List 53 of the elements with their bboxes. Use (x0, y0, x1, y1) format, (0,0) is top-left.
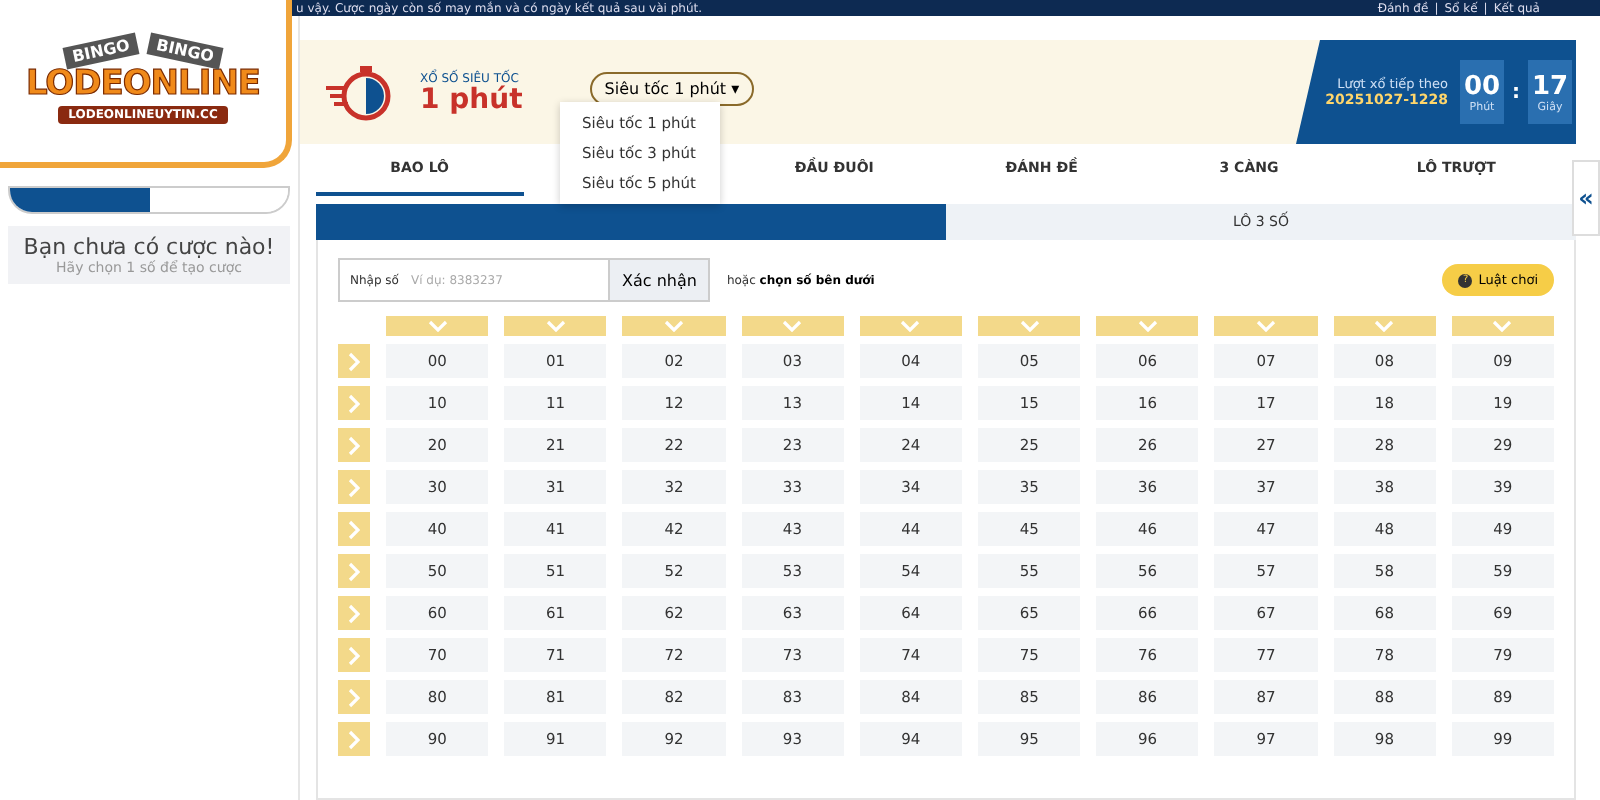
chevron-down-icon (1374, 320, 1395, 332)
row-select-button[interactable] (338, 722, 370, 756)
chevron-right-icon (348, 351, 360, 371)
bingo-badge: BINGO (63, 31, 141, 69)
column-select-button[interactable] (741, 316, 844, 336)
column-select-button[interactable] (622, 316, 726, 336)
column-select-button[interactable] (859, 316, 962, 336)
logo-name: LODEONLINE (25, 63, 261, 103)
sub-tab[interactable] (316, 204, 946, 240)
bingo-badge: BINGO (145, 31, 223, 69)
chevron-down-icon (545, 320, 566, 332)
row-select-button[interactable] (338, 386, 370, 420)
chevron-down-icon (427, 320, 448, 332)
chevron-down-icon (782, 320, 803, 332)
chevron-right-icon (348, 561, 360, 581)
chevron-right-icon (348, 687, 360, 707)
chevron-down-icon (1137, 320, 1158, 332)
seconds-value: 17 (1531, 71, 1569, 101)
minutes-value: 00 (1463, 71, 1501, 101)
game-title: 1 phút (420, 85, 523, 113)
chevron-down-icon (900, 320, 921, 332)
chevron-down-icon (1019, 320, 1040, 332)
empty-title: Bạn chưa có cược nào! (21, 234, 277, 260)
row-select-button[interactable] (338, 512, 370, 546)
chevron-right-icon (348, 393, 360, 413)
chevron-down-icon (1255, 320, 1276, 332)
row-select-button[interactable] (338, 596, 370, 630)
column-select-button[interactable] (1451, 316, 1554, 336)
time-separator: : (1512, 81, 1520, 103)
chevron-down-icon (663, 320, 684, 332)
column-select-button[interactable] (504, 316, 607, 336)
sidebar-tab[interactable] (10, 188, 149, 212)
chevron-right-icon (348, 729, 360, 749)
row-select-button[interactable] (338, 428, 370, 462)
chevron-right-icon (348, 435, 360, 455)
confirm-button[interactable]: Xác nhận (610, 258, 711, 302)
chevron-down-icon (1492, 320, 1513, 332)
column-select-button[interactable] (978, 316, 1081, 336)
column-select-button[interactable] (1096, 316, 1199, 336)
column-select-button[interactable] (386, 316, 489, 336)
row-select-button[interactable] (338, 470, 370, 504)
chevron-right-icon (348, 603, 360, 623)
row-select-button[interactable] (338, 344, 370, 378)
collapse-button[interactable]: « (1572, 160, 1600, 236)
row-select-button[interactable] (338, 680, 370, 714)
chevron-right-icon (348, 645, 360, 665)
row-select-button[interactable] (338, 638, 370, 672)
chevron-right-icon (348, 477, 360, 497)
column-select-button[interactable] (1333, 316, 1436, 336)
stopwatch-icon (324, 62, 392, 122)
row-select-button[interactable] (338, 554, 370, 588)
chevron-right-icon (348, 519, 360, 539)
column-select-button[interactable] (1214, 316, 1318, 336)
